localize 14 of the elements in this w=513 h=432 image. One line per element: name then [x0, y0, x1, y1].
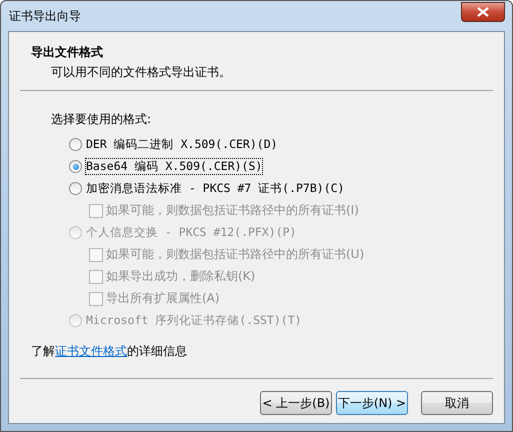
page-subtitle: 可以用不同的文件格式导出证书。: [50, 64, 232, 81]
format-radio[interactable]: 加密消息语法标准 - PKCS #7 证书(.P7B)(C): [51, 180, 504, 197]
close-icon: [477, 6, 489, 16]
window-title: 证书导出向导: [8, 8, 81, 24]
format-radio[interactable]: DER 编码二进制 X.509(.CER)(D): [51, 136, 504, 153]
info-sentence: 了解证书文件格式的详细信息: [31, 343, 188, 360]
format-radio[interactable]: Base64 编码 X.509(.CER)(S): [51, 158, 504, 175]
close-button[interactable]: [461, 2, 505, 22]
wizard-button[interactable]: 取消: [421, 391, 493, 415]
page-title: 导出文件格式: [31, 44, 104, 61]
wizard-button[interactable]: 下一步(N) >: [336, 391, 408, 415]
format-prompt: 选择要使用的格式:: [51, 111, 152, 128]
wizard-button[interactable]: < 上一步(B): [260, 391, 332, 415]
certificate-format-link[interactable]: 证书文件格式: [55, 344, 127, 358]
